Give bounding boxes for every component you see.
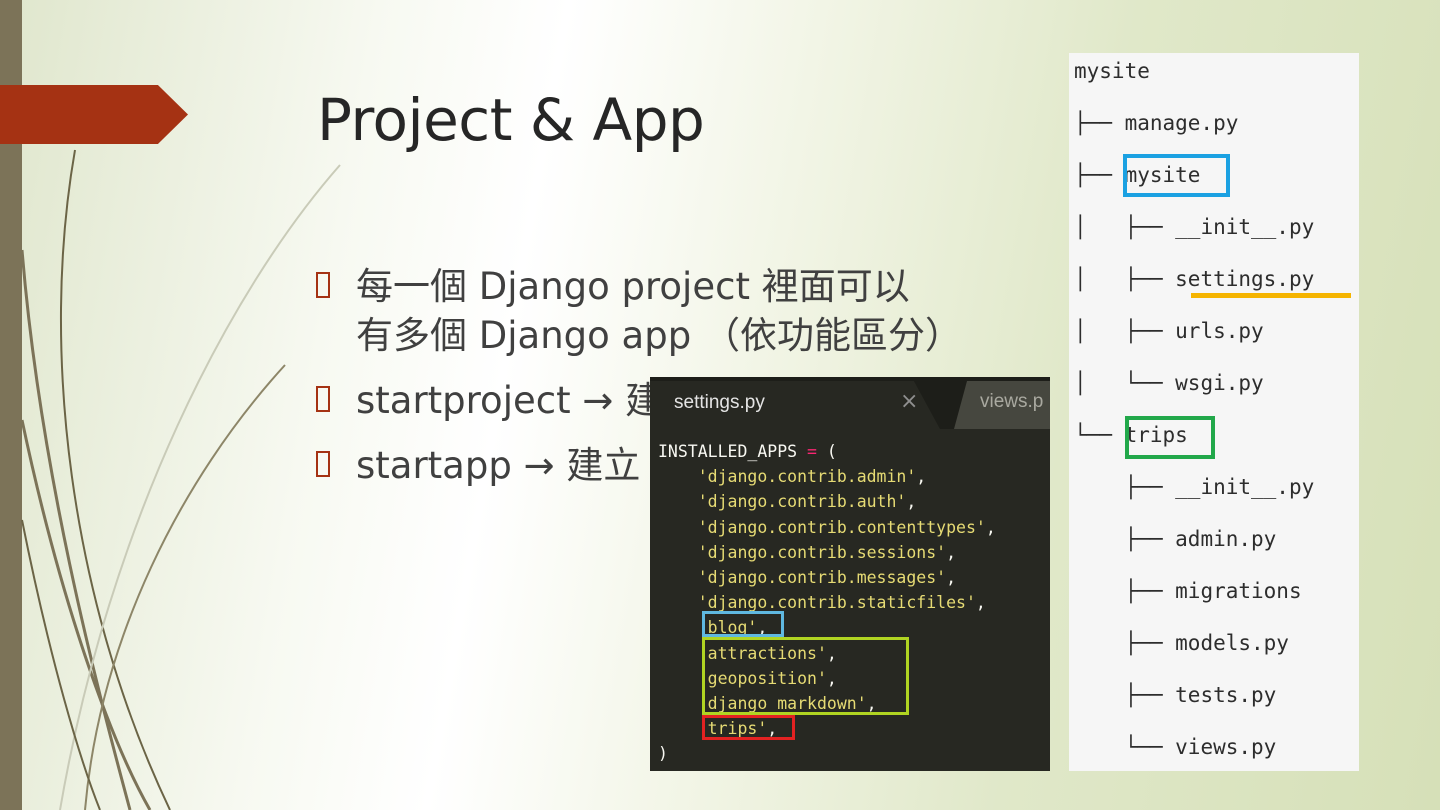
tree-item: mysite [1074,59,1150,83]
code-line: 'django.contrib.sessions', [697,542,957,562]
bullet-marker-icon [316,386,330,412]
tab-views-label: views.p [980,391,1044,412]
title-accent-arrow [0,85,188,144]
settings-underline [1191,293,1351,298]
mysite-package-highlight-box [1123,154,1230,197]
tree-item: ├── admin.py [1074,527,1277,551]
tree-item: ├── migrations [1074,579,1302,603]
trips-app-highlight-box [1125,416,1215,459]
tree-item: │ ├── urls.py [1074,319,1264,343]
tree-item: ├── manage.py [1074,111,1239,135]
tree-item: │ ├── settings.py [1074,267,1315,291]
bullet-text: startapp → 建立 [356,444,641,487]
bullet-text: 每一個 Django project 裡面可以 有多個 Django app （… [356,265,962,357]
bullet-item: 每一個 Django project 裡面可以 有多個 Django app （… [316,262,1036,360]
editor-tab-bar: settings.py × views.p [650,377,1050,429]
tree-item: ├── tests.py [1074,683,1277,707]
code-line: 'django.contrib.contenttypes', [697,517,996,537]
code-line: 'django.contrib.auth', [697,492,917,512]
slide-title: Project & App [317,86,705,154]
code-line: ) [658,744,668,764]
tree-item: │ ├── __init__.py [1074,215,1315,239]
code-line: 'django.contrib.messages', [697,567,957,587]
tree-item: ├── __init__.py [1074,475,1315,499]
code-line: INSTALLED_APPS = ( [658,442,837,461]
tree-item: └── views.py [1074,735,1277,759]
third-party-apps-highlight-box [702,637,909,715]
bullet-marker-icon [316,272,330,298]
code-editor-screenshot: settings.py × views.p INSTALLED_APPS = (… [650,377,1050,771]
bullet-marker-icon [316,451,330,477]
code-line: 'django.contrib.admin', [697,467,927,487]
bullet-text: startproject → 建 [356,379,663,422]
blog-highlight-box [702,611,784,637]
project-file-tree: mysite ├── manage.py ├── mysite │ ├── __… [1069,53,1359,771]
close-icon[interactable]: × [900,389,918,414]
tree-item: ├── models.py [1074,631,1289,655]
trips-highlight-box [702,715,795,740]
tab-settings-label: settings.py [674,392,765,413]
tree-item: │ └── wsgi.py [1074,371,1264,395]
